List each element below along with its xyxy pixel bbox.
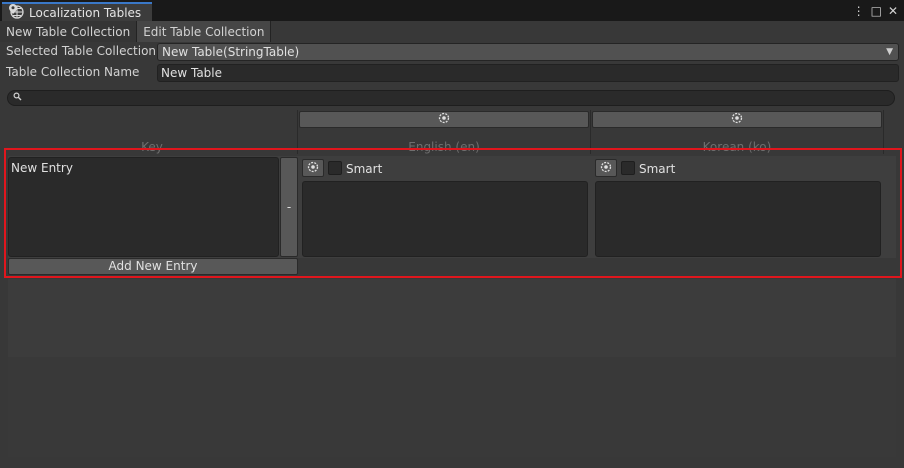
english-column-header: English (en)	[298, 110, 591, 154]
tab-edit-table-collection[interactable]: Edit Table Collection	[137, 21, 272, 42]
window-tab[interactable]: Localization Tables	[2, 2, 152, 21]
collection-name-label: Table Collection Name	[6, 65, 140, 79]
dropdown-arrow-icon: ▼	[886, 47, 893, 57]
korean-value-input[interactable]	[595, 181, 881, 257]
english-header-label: English (en)	[408, 140, 480, 154]
korean-column-header: Korean (ko)	[591, 110, 884, 154]
selected-collection-label: Selected Table Collection	[6, 44, 157, 58]
close-icon[interactable]: ✕	[888, 4, 898, 18]
add-new-entry-button[interactable]: Add New Entry	[8, 258, 298, 275]
maximize-icon[interactable]: □	[871, 4, 882, 18]
korean-smart-label: Smart	[639, 162, 676, 176]
korean-cell: Smart	[595, 159, 883, 259]
english-cell: Smart	[302, 159, 590, 259]
korean-cell-metadata-button[interactable]	[595, 159, 617, 177]
empty-row-band	[8, 279, 896, 357]
english-cell-metadata-button[interactable]	[302, 159, 324, 177]
english-smart-label: Smart	[346, 162, 383, 176]
collection-name-input[interactable]: New Table	[157, 64, 899, 82]
korean-header-label: Korean (ko)	[702, 140, 772, 154]
english-value-input[interactable]	[302, 181, 588, 257]
metadata-gear-icon	[306, 160, 320, 177]
title-bar: Localization Tables ⋮ □ ✕	[0, 0, 904, 21]
window-title: Localization Tables	[29, 5, 142, 20]
selected-collection-value: New Table(StringTable)	[162, 45, 300, 59]
locale-gear-icon	[437, 111, 451, 128]
selected-collection-row: Selected Table Collection New Table(Stri…	[0, 42, 904, 62]
metadata-gear-icon	[599, 160, 613, 177]
korean-locale-settings-button[interactable]	[592, 111, 882, 128]
key-column-header: Key	[7, 110, 298, 154]
mode-tabs: New Table Collection Edit Table Collecti…	[0, 21, 272, 42]
empty-row-band	[8, 357, 896, 457]
kebab-menu-icon[interactable]: ⋮	[853, 4, 865, 18]
english-locale-settings-button[interactable]	[299, 111, 589, 128]
search-input[interactable]	[7, 90, 895, 106]
locale-gear-icon	[730, 111, 744, 128]
korean-smart-checkbox[interactable]	[621, 161, 635, 175]
english-smart-checkbox[interactable]	[328, 161, 342, 175]
search-icon	[13, 92, 22, 104]
key-header-label: Key	[141, 140, 163, 154]
selected-collection-dropdown[interactable]: New Table(StringTable) ▼	[157, 43, 899, 61]
entry-key-input[interactable]: New Entry	[8, 157, 279, 257]
window-controls: ⋮ □ ✕	[853, 2, 898, 20]
remove-entry-button[interactable]: -	[280, 157, 298, 257]
globe-icon	[8, 3, 25, 23]
tab-new-table-collection[interactable]: New Table Collection	[0, 21, 138, 42]
collection-name-row: Table Collection Name New Table	[0, 63, 904, 83]
